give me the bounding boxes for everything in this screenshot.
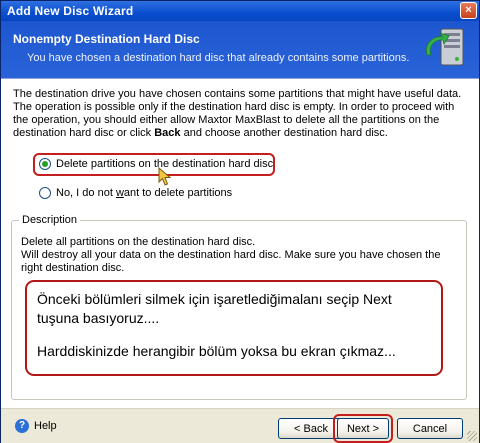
close-button[interactable]: × <box>460 2 477 19</box>
intro-text: The destination drive you have chosen co… <box>13 88 462 139</box>
hard-disc-wizard-icon <box>426 28 464 66</box>
help-button[interactable]: ? Help <box>15 419 57 433</box>
radio-selected-icon[interactable] <box>39 158 51 170</box>
keep-partitions-label: No, I do not want to delete partitions <box>56 187 233 199</box>
help-icon: ? <box>15 419 29 433</box>
mouse-cursor-icon <box>158 167 172 186</box>
close-icon: × <box>465 4 472 16</box>
delete-partitions-radio[interactable]: Delete partitions on the destination har… <box>39 156 273 172</box>
description-legend: Description <box>19 214 81 226</box>
radio-unselected-icon[interactable] <box>39 187 51 199</box>
resize-grip[interactable] <box>467 431 477 441</box>
cancel-button[interactable]: Cancel <box>397 418 463 439</box>
wizard-header: Nonempty Destination Hard Disc You have … <box>1 21 479 78</box>
keep-partitions-radio[interactable]: No, I do not want to delete partitions <box>39 185 232 201</box>
callout-line-1: Önceki bölümleri silmek için işaretlediğ… <box>37 291 392 307</box>
page-subtitle: You have chosen a destination hard disc … <box>27 52 410 64</box>
annotation-callout: Önceki bölümleri silmek için işaretlediğ… <box>25 280 443 376</box>
description-text: Delete all partitions on the destination… <box>21 236 441 274</box>
help-label: Help <box>34 420 57 432</box>
wizard-content: The destination drive you have chosen co… <box>1 78 479 409</box>
title-bar[interactable]: Add New Disc Wizard × <box>1 1 479 21</box>
callout-line-2: tuşuna basıyoruz.... <box>37 310 160 326</box>
wizard-window: Add New Disc Wizard × Nonempty Destinati… <box>0 0 480 443</box>
window-title: Add New Disc Wizard <box>7 4 134 18</box>
highlight-next-button <box>333 414 393 443</box>
wizard-footer: ? Help < Back Next > Cancel <box>1 408 479 443</box>
page-title: Nonempty Destination Hard Disc <box>13 32 200 46</box>
callout-line-3: Harddiskinizde herangibir bölüm yoksa bu… <box>37 343 396 359</box>
